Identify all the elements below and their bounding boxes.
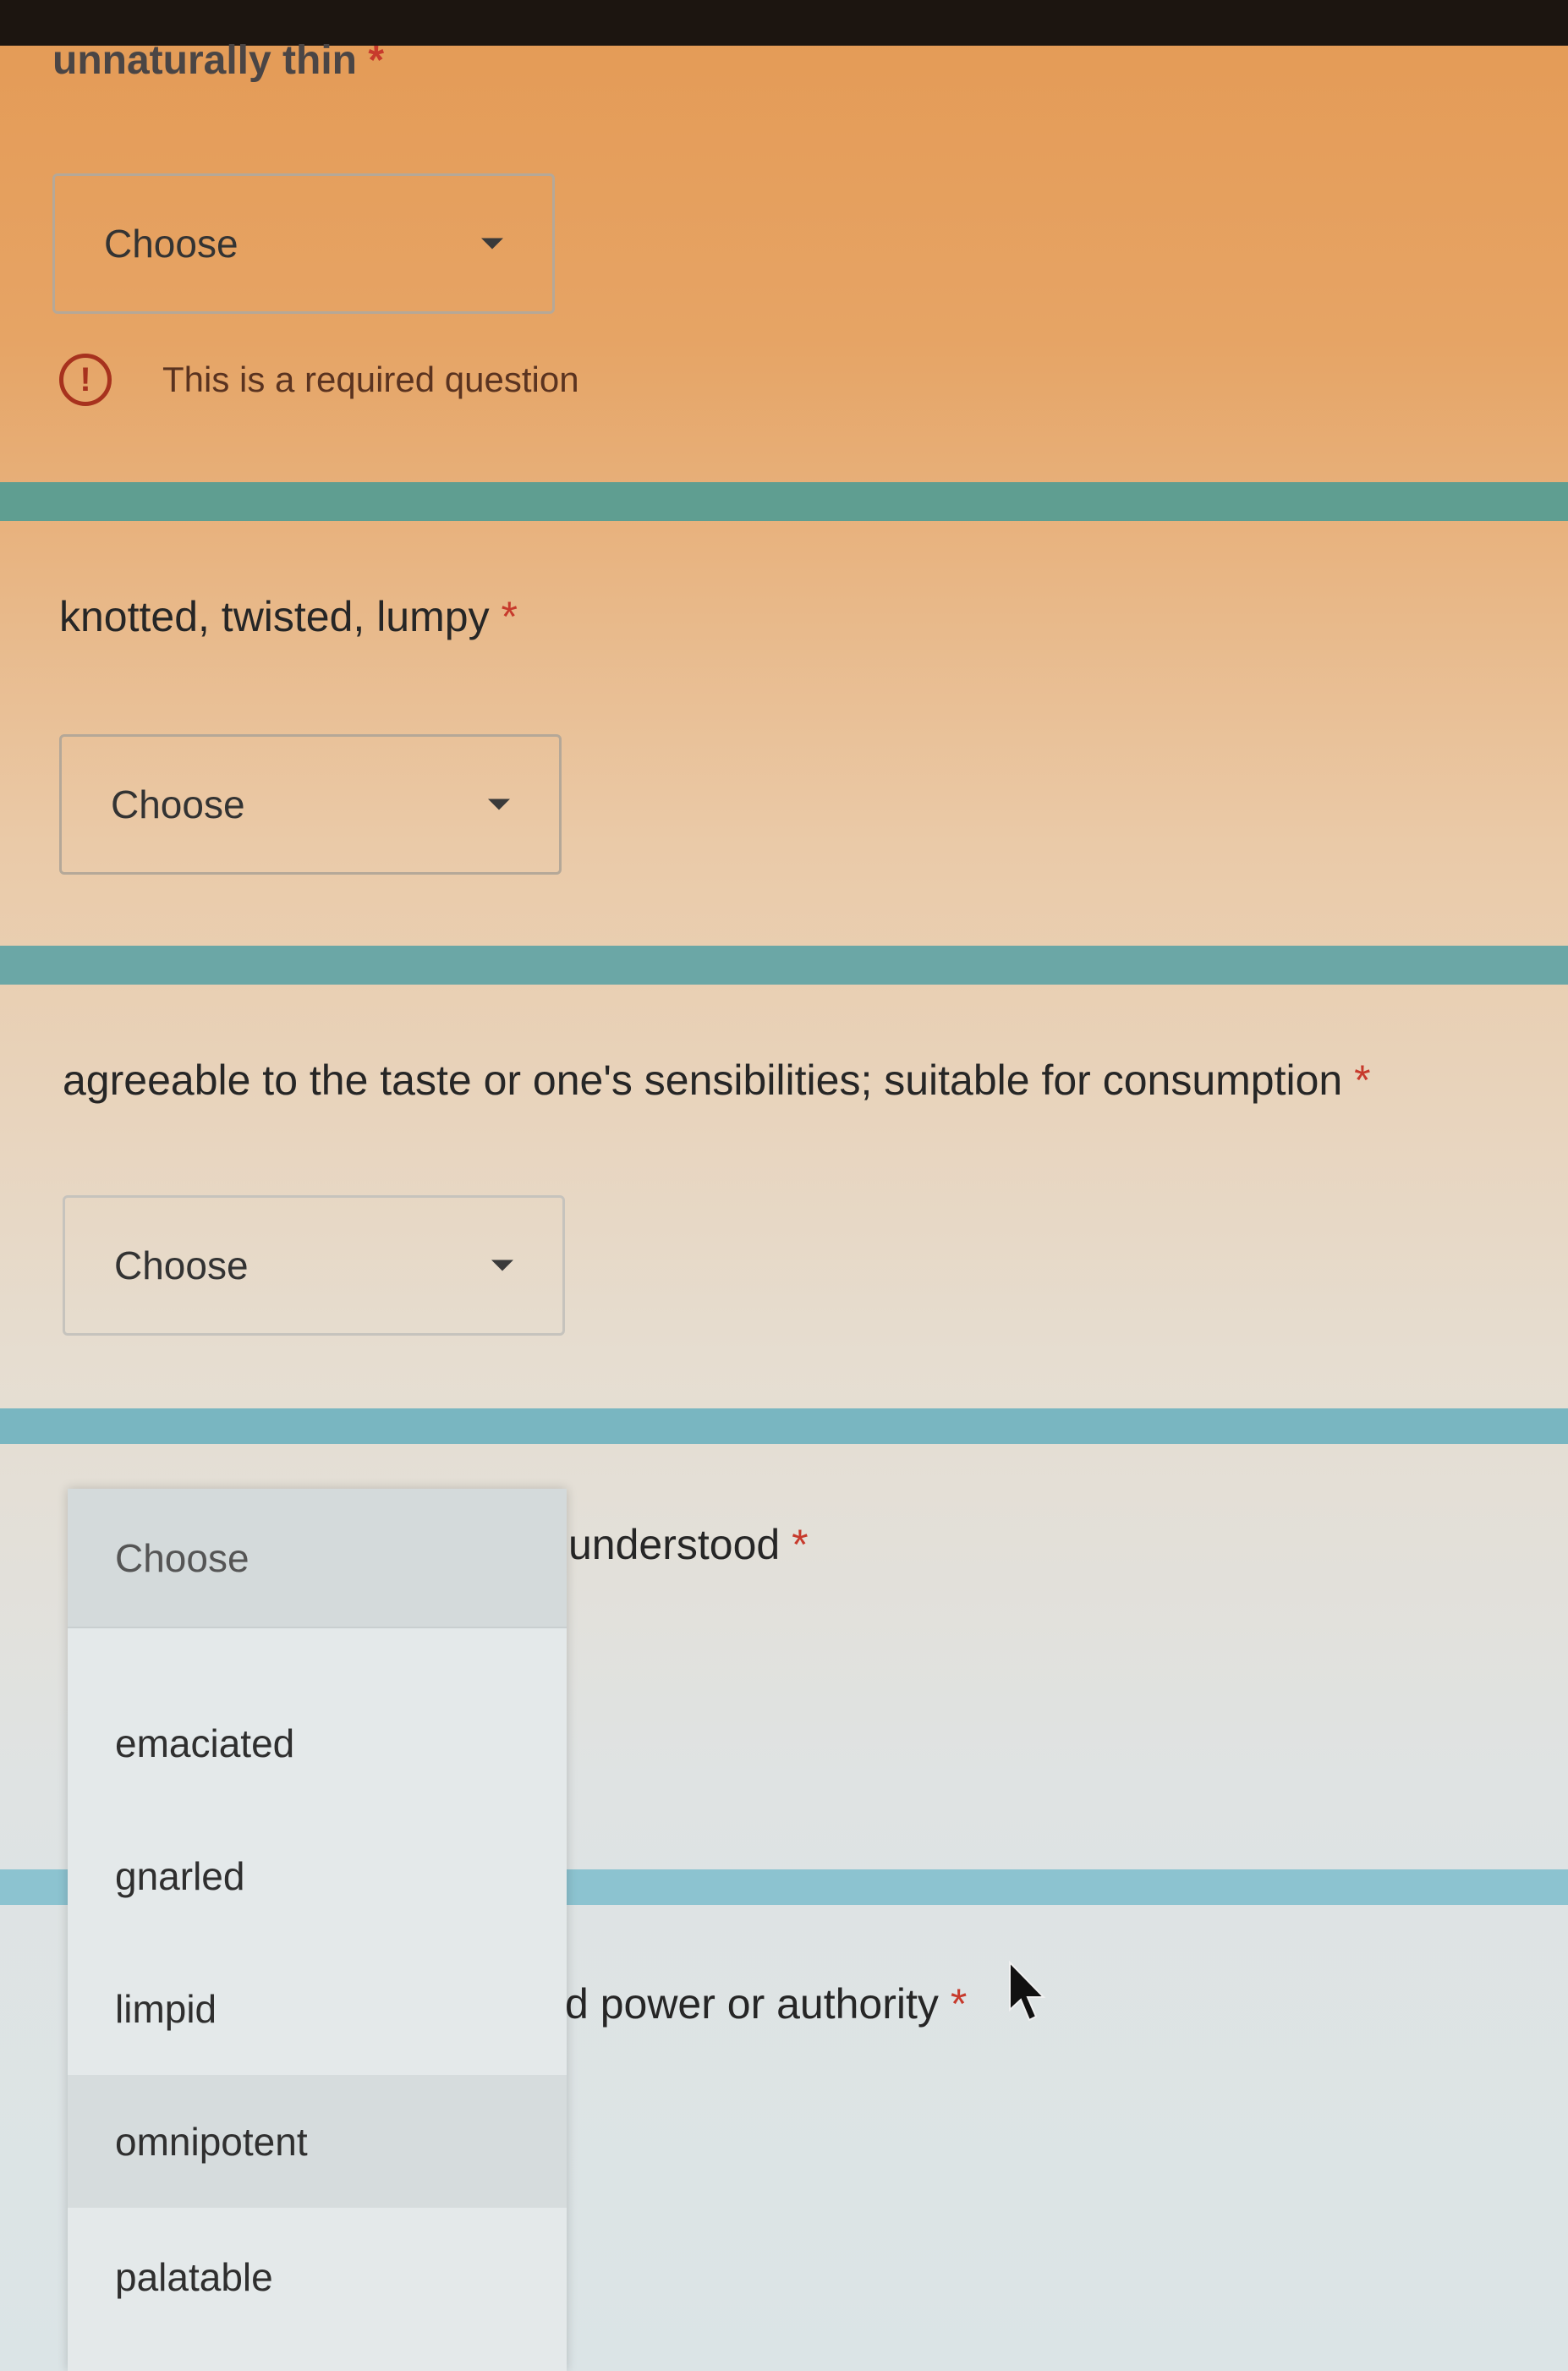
mouse-pointer-icon bbox=[1009, 1961, 1046, 2022]
dropdown-menu: Choose emaciated gnarled limpid omnipote… bbox=[68, 1489, 567, 2371]
card-divider bbox=[0, 482, 1568, 521]
card-divider bbox=[0, 1408, 1568, 1444]
caret-down-icon bbox=[491, 1260, 513, 1271]
answer-select[interactable]: Choose bbox=[63, 1195, 565, 1336]
question-title: unnaturally thin * bbox=[52, 38, 385, 83]
answer-select[interactable]: Choose bbox=[52, 173, 555, 314]
dropdown-option[interactable]: omnipotent bbox=[68, 2075, 567, 2208]
required-mark: * bbox=[368, 38, 385, 83]
required-mark: * bbox=[792, 1521, 809, 1568]
caret-down-icon bbox=[481, 238, 503, 250]
select-label: Choose bbox=[104, 222, 238, 266]
question-title: d power or authority * bbox=[565, 1980, 968, 2028]
dropdown-selected-option[interactable]: Choose bbox=[68, 1489, 567, 1628]
required-mark: * bbox=[950, 1980, 968, 2028]
required-mark: * bbox=[501, 593, 518, 640]
dropdown-option[interactable]: palatable bbox=[68, 2210, 567, 2343]
question-title: agreeable to the taste or one's sensibil… bbox=[63, 1057, 1371, 1104]
answer-select[interactable]: Choose bbox=[59, 734, 562, 875]
question-title: understood * bbox=[568, 1521, 809, 1568]
select-label: Choose bbox=[114, 1243, 249, 1287]
question-title: knotted, twisted, lumpy * bbox=[59, 593, 518, 640]
dropdown-option[interactable]: limpid bbox=[68, 1942, 567, 2075]
exclamation-circle-icon: ! bbox=[59, 354, 112, 406]
select-label: Choose bbox=[111, 782, 245, 826]
card-divider bbox=[0, 946, 1568, 985]
dropdown-option[interactable]: emaciated bbox=[68, 1677, 567, 1809]
error-message: ! This is a required question bbox=[59, 350, 579, 409]
caret-down-icon bbox=[488, 799, 510, 810]
required-mark: * bbox=[1354, 1057, 1371, 1104]
dropdown-option[interactable]: gnarled bbox=[68, 1809, 567, 1942]
